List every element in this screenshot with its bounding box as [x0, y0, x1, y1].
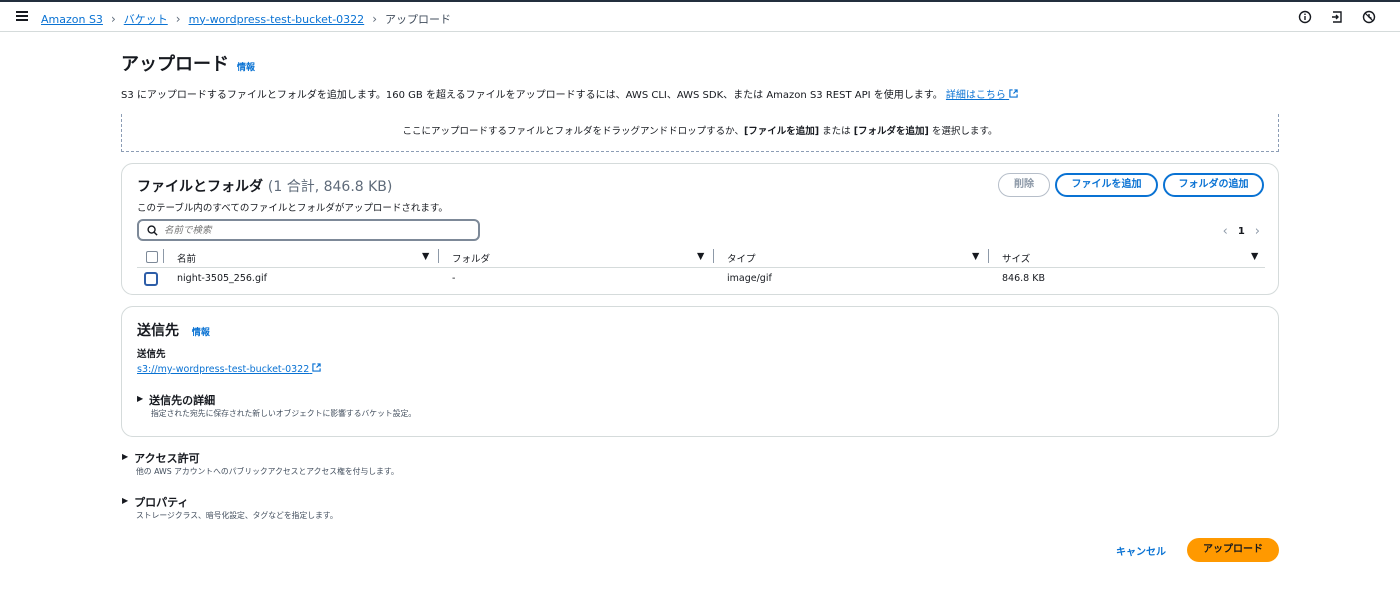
- upload-button[interactable]: アップロード: [1187, 538, 1279, 562]
- table-row[interactable]: night-3505_256.gif - image/gif 846.8 KB: [137, 269, 1265, 289]
- permissions-desc: 他の AWS アカウントへのパブリックアクセスとアクセス権を付与します。: [136, 467, 399, 476]
- breadcrumb-buckets[interactable]: バケット: [124, 11, 168, 27]
- cancel-button[interactable]: キャンセル: [1116, 543, 1166, 558]
- page-title: アップロード: [121, 54, 229, 75]
- destination-panel: 送信先 情報 送信先 s3://my-wordpress-test-bucket…: [121, 306, 1279, 437]
- dropzone-text-suffix: を選択します。: [928, 126, 998, 137]
- column-header-type[interactable]: タイプ: [727, 251, 756, 265]
- chevron-right-icon: ›: [175, 12, 181, 26]
- search-input[interactable]: [164, 224, 464, 236]
- drop-zone[interactable]: ここにアップロードするファイルとフォルダをドラッグアンドドロップするか、[ファイ…: [121, 114, 1279, 152]
- search-icon: [147, 224, 158, 236]
- properties-title: プロパティ: [134, 496, 189, 509]
- destination-details-title: 送信先の詳細: [149, 394, 216, 407]
- dropzone-text-middle: または: [819, 126, 854, 137]
- breadcrumb-current: アップロード: [385, 13, 451, 26]
- files-panel-subtitle: このテーブル内のすべてのファイルとフォルダがアップロードされます。: [137, 203, 448, 214]
- chevron-left-icon[interactable]: ‹: [1223, 224, 1228, 239]
- column-divider: [438, 249, 439, 263]
- file-name: night-3505_256.gif: [177, 273, 267, 284]
- add-folder-button[interactable]: フォルダの追加: [1163, 173, 1264, 197]
- column-folder-label: フォルダ: [452, 254, 491, 265]
- add-files-button[interactable]: ファイルを追加: [1055, 173, 1158, 197]
- column-size-label: サイズ: [1002, 254, 1031, 265]
- caret-right-icon: ▶: [122, 496, 129, 505]
- file-folder: -: [452, 273, 456, 284]
- file-type: image/gif: [727, 273, 772, 284]
- file-size: 846.8 KB: [1002, 273, 1045, 284]
- destination-info-link[interactable]: 情報: [192, 328, 210, 338]
- pagination: ‹ 1 ›: [1223, 224, 1260, 239]
- dropzone-text-prefix: ここにアップロードするファイルとフォルダをドラッグアンドドロップするか、: [402, 126, 744, 137]
- destination-details-expander[interactable]: ▶ 送信先の詳細: [137, 392, 215, 408]
- column-name-label: 名前: [177, 254, 197, 265]
- column-divider: [988, 249, 989, 263]
- page-number[interactable]: 1: [1238, 226, 1245, 237]
- files-and-folders-panel: ファイルとフォルダ (1 合計, 846.8 KB) このテーブル内のすべてのフ…: [121, 163, 1279, 295]
- chevron-right-icon: ›: [110, 12, 116, 26]
- sort-caret-down-icon[interactable]: ▼: [697, 251, 704, 262]
- sort-caret-down-icon[interactable]: ▼: [422, 251, 429, 262]
- destination-title: 送信先 情報: [137, 320, 210, 340]
- page-description: S3 にアップロードするファイルとフォルダを追加します。160 GB を超えるフ…: [121, 86, 1018, 101]
- info-link[interactable]: 情報: [237, 60, 255, 73]
- learn-more-label: 詳細はこちら: [945, 90, 1006, 101]
- chevron-right-icon: ›: [372, 12, 377, 26]
- top-navigation: Amazon S3 › バケット › my-wordpress-test-buc…: [0, 2, 1400, 32]
- column-divider: [163, 249, 164, 263]
- external-link-icon: [1009, 89, 1018, 98]
- sort-caret-down-icon[interactable]: ▼: [972, 251, 979, 262]
- dropzone-add-files: [ファイルを追加]: [743, 126, 820, 137]
- caret-right-icon: ▶: [137, 394, 144, 403]
- row-checkbox[interactable]: [144, 272, 158, 286]
- permissions-expander[interactable]: ▶ アクセス許可: [122, 450, 200, 466]
- properties-desc: ストレージクラス、暗号化設定、タグなどを指定します。: [136, 511, 338, 520]
- info-circle-icon[interactable]: [1298, 10, 1312, 24]
- breadcrumb-s3[interactable]: Amazon S3: [41, 13, 103, 26]
- sort-caret-down-icon[interactable]: ▼: [1251, 251, 1258, 262]
- clock-icon[interactable]: [1362, 10, 1376, 24]
- permissions-title: アクセス許可: [134, 452, 200, 465]
- menu-icon[interactable]: [16, 11, 28, 21]
- table-header: 名前 ▼ フォルダ ▼ タイプ ▼ サイズ ▼: [137, 248, 1265, 268]
- chevron-right-icon[interactable]: ›: [1255, 224, 1260, 239]
- external-link-icon: [312, 363, 321, 372]
- properties-expander[interactable]: ▶ プロパティ: [122, 494, 189, 510]
- destination-title-text: 送信先: [137, 323, 179, 339]
- column-header-name[interactable]: 名前: [177, 251, 196, 265]
- select-all-checkbox[interactable]: [146, 251, 158, 263]
- delete-button[interactable]: 削除: [998, 173, 1050, 197]
- destination-path-link[interactable]: s3://my-wordpress-test-bucket-0322: [137, 363, 321, 375]
- learn-more-link[interactable]: 詳細はこちら: [945, 89, 1018, 101]
- destination-label: 送信先: [137, 349, 166, 360]
- destination-details-desc: 指定された宛先に保存された新しいオブジェクトに影響するバケット設定。: [151, 409, 417, 418]
- description-text: S3 にアップロードするファイルとフォルダを追加します。160 GB を超えるフ…: [121, 90, 943, 101]
- search-field[interactable]: [137, 219, 480, 241]
- exit-icon[interactable]: [1330, 10, 1344, 24]
- column-header-folder[interactable]: フォルダ: [452, 251, 490, 265]
- destination-path: s3://my-wordpress-test-bucket-0322: [137, 364, 310, 375]
- files-panel-title: ファイルとフォルダ (1 合計, 846.8 KB): [137, 176, 392, 196]
- breadcrumb: Amazon S3 › バケット › my-wordpress-test-buc…: [41, 11, 451, 27]
- files-title-text: ファイルとフォルダ: [137, 179, 263, 195]
- column-header-size[interactable]: サイズ: [1002, 251, 1030, 265]
- files-count: (1 合計, 846.8 KB): [267, 179, 393, 195]
- dropzone-add-folder: [フォルダを追加]: [853, 126, 929, 137]
- caret-right-icon: ▶: [122, 452, 129, 461]
- column-divider: [713, 249, 714, 263]
- column-type-label: タイプ: [727, 254, 756, 265]
- breadcrumb-bucket[interactable]: my-wordpress-test-bucket-0322: [189, 13, 365, 26]
